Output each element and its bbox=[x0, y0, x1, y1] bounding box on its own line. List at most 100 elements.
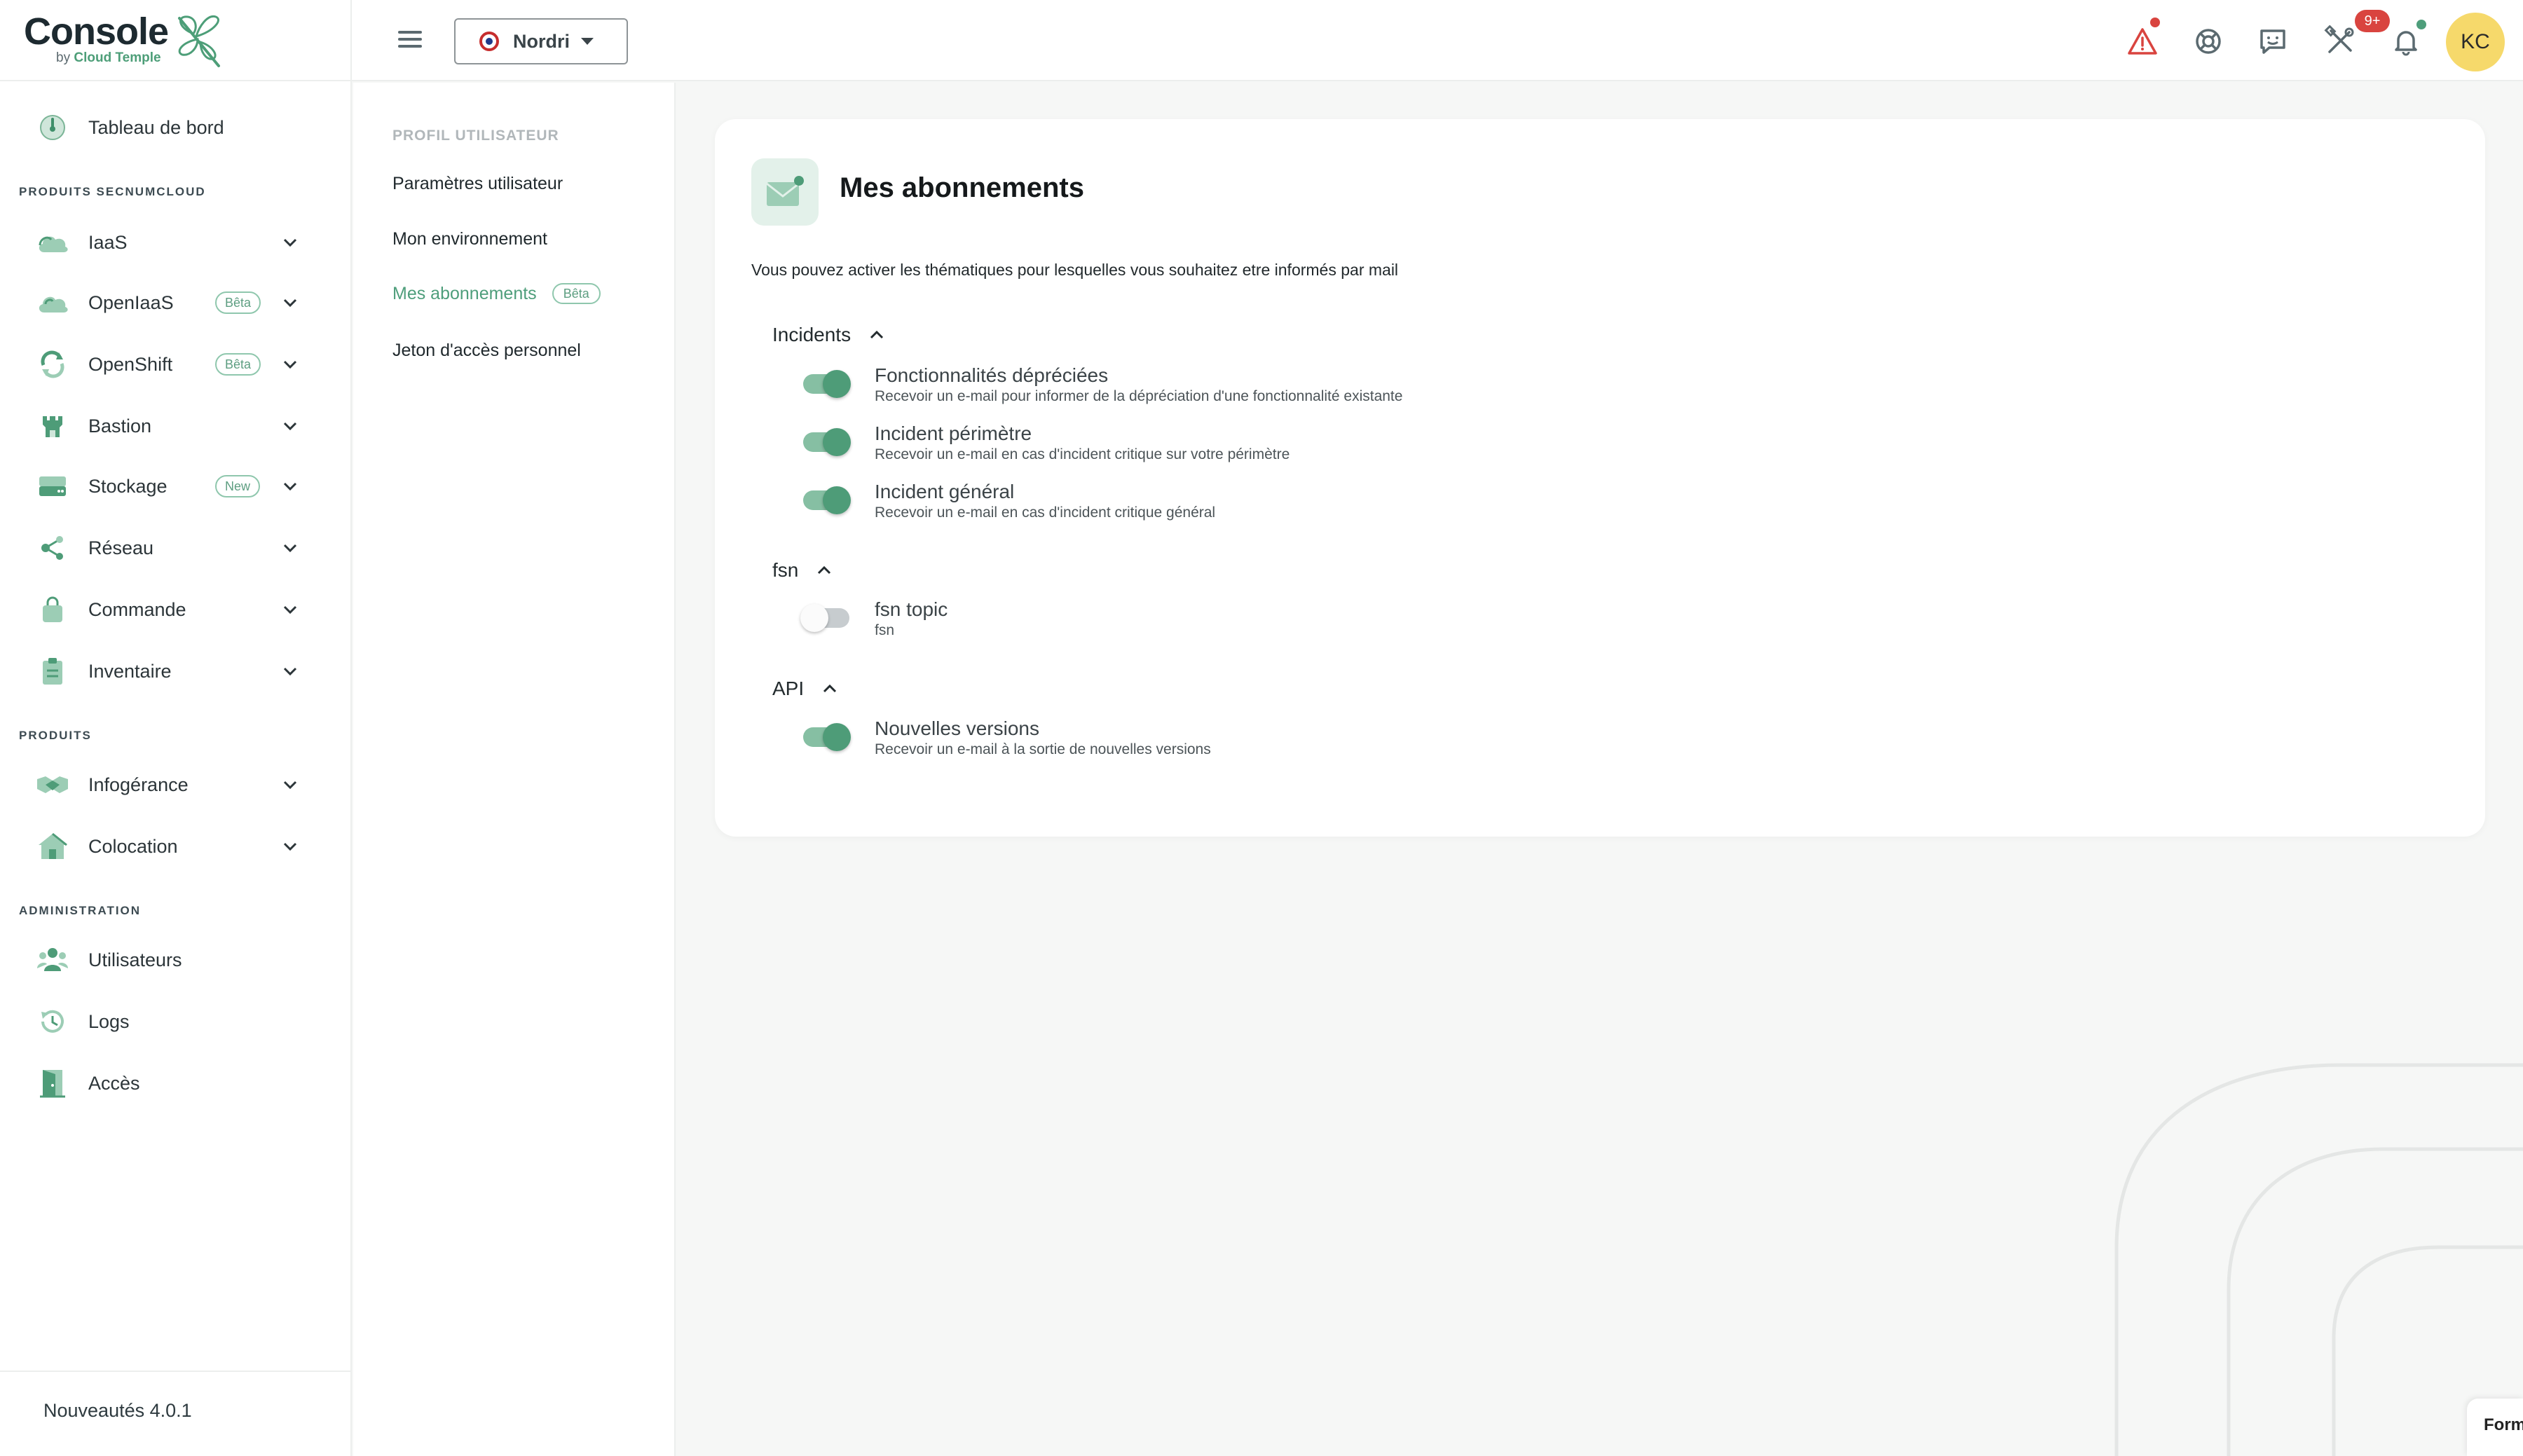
chevron-down-icon[interactable] bbox=[280, 661, 300, 681]
logo-subtitle: by Cloud Temple bbox=[56, 50, 161, 66]
sidebar-item-utilisateurs[interactable]: Utilisateurs bbox=[20, 938, 328, 982]
group-name: fsn bbox=[772, 559, 799, 581]
sidebar-item-inventaire[interactable]: Inventaire bbox=[20, 649, 328, 694]
subscription-toggle[interactable] bbox=[803, 486, 851, 514]
sidebar-item-openshift[interactable]: OpenShift Bêta bbox=[20, 342, 328, 387]
sidebar-item-commande[interactable]: Commande bbox=[20, 587, 328, 632]
sidebar-item-label: Colocation bbox=[88, 835, 178, 857]
chevron-down-icon[interactable] bbox=[280, 293, 300, 313]
sidebar-item-acces[interactable]: Accès bbox=[20, 1061, 328, 1106]
subscription-title: fsn topic bbox=[875, 598, 948, 620]
subscription-subtitle: Recevoir un e-mail en cas d'incident cri… bbox=[875, 504, 1216, 521]
chevron-up-icon bbox=[870, 330, 884, 339]
history-icon bbox=[35, 1004, 70, 1039]
subnav-item-environment[interactable]: Mon environnement bbox=[392, 229, 547, 249]
chevron-down-icon[interactable] bbox=[280, 775, 300, 795]
alert-triangle-icon[interactable] bbox=[2126, 25, 2159, 57]
chevron-down-icon[interactable] bbox=[280, 837, 300, 856]
subscription-toggle[interactable] bbox=[803, 370, 851, 398]
chevron-down-icon[interactable] bbox=[280, 600, 300, 619]
chevron-down-icon[interactable] bbox=[280, 538, 300, 558]
clipboard-icon bbox=[35, 654, 70, 689]
sidebar-item-reseau[interactable]: Réseau bbox=[20, 526, 328, 570]
sidebar-item-label: Bastion bbox=[88, 415, 152, 437]
subscription-subtitle: fsn bbox=[875, 622, 895, 638]
beta-badge: Bêta bbox=[215, 353, 261, 376]
sidebar-item-label: Utilisateurs bbox=[88, 949, 182, 970]
subscription-toggle[interactable] bbox=[800, 604, 849, 632]
lifebuoy-icon[interactable] bbox=[2192, 25, 2224, 57]
group-name: Incidents bbox=[772, 324, 852, 345]
subscription-subtitle: Recevoir un e-mail pour informer de la d… bbox=[875, 388, 1403, 404]
chevron-down-icon[interactable] bbox=[280, 233, 300, 252]
sidebar: Console by Cloud Temple Tableau de bord … bbox=[0, 0, 352, 1456]
page-title: Mes abonnements bbox=[840, 172, 1084, 203]
chevron-up-icon bbox=[818, 565, 831, 575]
menu-icon[interactable] bbox=[398, 27, 426, 55]
gauge-icon bbox=[35, 110, 70, 145]
subscription-toggle[interactable] bbox=[803, 428, 851, 456]
chevron-down-icon[interactable] bbox=[280, 355, 300, 374]
sidebar-item-stockage[interactable]: Stockage New bbox=[20, 464, 328, 509]
subscription-title: Nouvelles versions bbox=[875, 717, 1039, 739]
subscription-row: fsn topic fsn bbox=[800, 598, 1644, 643]
subscription-subtitle: Recevoir un e-mail en cas d'incident cri… bbox=[875, 446, 1290, 462]
subscription-toggle[interactable] bbox=[803, 723, 851, 751]
group-header-fsn[interactable]: fsn bbox=[772, 559, 833, 582]
sidebar-item-dashboard[interactable]: Tableau de bord bbox=[20, 105, 328, 150]
subnav-item-user-settings[interactable]: Paramètres utilisateur bbox=[392, 174, 563, 194]
chevron-down-icon[interactable] bbox=[280, 416, 300, 436]
group-header-incidents[interactable]: Incidents bbox=[772, 324, 886, 346]
subnav-item-label: Mes abonnements bbox=[392, 283, 537, 303]
subnav-item-subscriptions[interactable]: Mes abonnements Bêta bbox=[392, 283, 601, 304]
sidebar-item-colocation[interactable]: Colocation bbox=[20, 824, 328, 869]
chevron-up-icon bbox=[823, 684, 837, 693]
subscription-title: Incident périmètre bbox=[875, 423, 1032, 444]
logo-company: Cloud Temple bbox=[74, 50, 161, 65]
sidebar-item-openiaas[interactable]: OpenIaaS Bêta bbox=[20, 280, 328, 325]
sidebar-item-iaas[interactable]: IaaS bbox=[20, 220, 328, 265]
sidebar-item-bastion[interactable]: Bastion bbox=[20, 404, 328, 448]
subscription-row: Incident périmètre Recevoir un e-mail en… bbox=[803, 423, 1644, 467]
tenant-flag-icon bbox=[479, 32, 499, 51]
house-icon bbox=[35, 829, 70, 864]
subscription-title: Fonctionnalités dépréciées bbox=[875, 364, 1109, 386]
chevron-down-icon[interactable] bbox=[280, 476, 300, 496]
sidebar-item-label: Logs bbox=[88, 1010, 130, 1032]
sidebar-item-logs[interactable]: Logs bbox=[20, 999, 328, 1044]
subscription-title: Incident général bbox=[875, 481, 1015, 502]
subscription-row: Nouvelles versions Recevoir un e-mail à … bbox=[803, 717, 1644, 762]
logo-word: Console bbox=[24, 11, 169, 53]
subnav-item-label: Paramètres utilisateur bbox=[392, 174, 563, 193]
subnav-title: PROFIL UTILISATEUR bbox=[392, 128, 559, 144]
feedback-icon[interactable] bbox=[2257, 25, 2289, 57]
subscription-row: Incident général Recevoir un e-mail en c… bbox=[803, 481, 1644, 526]
cloud-stack-icon bbox=[35, 285, 70, 320]
tenant-name: Nordri bbox=[513, 30, 570, 52]
news-link[interactable]: Nouveautés 4.0.1 bbox=[43, 1400, 192, 1422]
sidebar-item-label: IaaS bbox=[88, 231, 128, 253]
sidebar-divider bbox=[0, 80, 352, 81]
form-tab-label: Form bbox=[2484, 1415, 2523, 1434]
door-icon bbox=[35, 1066, 70, 1101]
sidebar-item-infogerance[interactable]: Infogérance bbox=[20, 762, 328, 807]
feedback-form-tab[interactable]: Form bbox=[2467, 1399, 2523, 1456]
tools-icon[interactable] bbox=[2324, 25, 2356, 57]
sidebar-item-label: Stockage bbox=[88, 475, 167, 497]
avatar[interactable]: KC bbox=[2446, 13, 2505, 71]
new-badge: New bbox=[215, 475, 261, 497]
subnav-item-access-token[interactable]: Jeton d'accès personnel bbox=[392, 341, 581, 361]
caret-down-icon bbox=[581, 38, 594, 45]
logo[interactable]: Console by Cloud Temple bbox=[24, 10, 234, 73]
tenant-selector[interactable]: Nordri bbox=[454, 18, 628, 64]
storage-icon bbox=[35, 469, 70, 504]
subscription-row: Fonctionnalités dépréciées Recevoir un e… bbox=[803, 364, 1644, 409]
sidebar-item-label: Inventaire bbox=[88, 660, 172, 682]
group-header-api[interactable]: API bbox=[772, 678, 839, 700]
beta-badge: Bêta bbox=[552, 283, 601, 304]
notification-count-badge: 9+ bbox=[2355, 10, 2390, 32]
bell-icon[interactable] bbox=[2390, 25, 2422, 57]
castle-icon bbox=[35, 408, 70, 444]
subscriptions-card: Mes abonnements Vous pouvez activer les … bbox=[715, 119, 2485, 837]
sidebar-item-label: Réseau bbox=[88, 537, 154, 558]
